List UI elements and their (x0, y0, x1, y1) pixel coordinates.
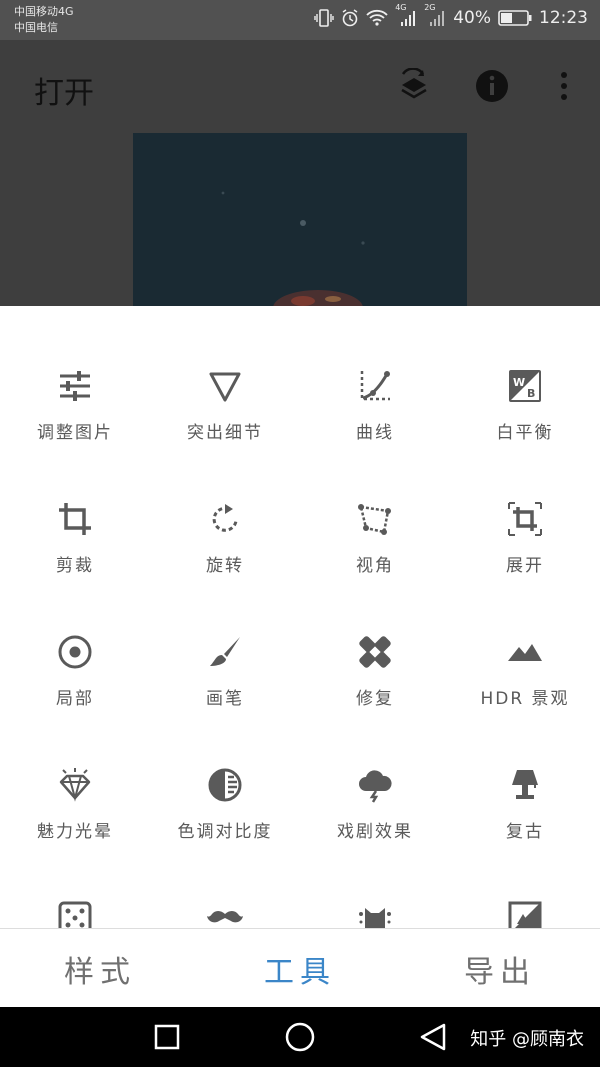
tool-label: 魅力光晕 (37, 822, 113, 842)
tool-label: 展开 (506, 556, 544, 576)
battery-icon (498, 10, 532, 26)
carrier-2: 中国电信 (14, 21, 58, 34)
tool-mustache[interactable] (150, 898, 300, 928)
tab-tools[interactable]: 工具 (200, 929, 400, 1008)
tool-tune-image[interactable]: 调整图片 (0, 366, 150, 499)
tool-label: 复古 (506, 822, 544, 842)
tool-label: 色调对比度 (177, 822, 273, 842)
tool-label: 修复 (356, 689, 394, 709)
brush-icon (210, 637, 240, 666)
status-icons: 4G 2G 40% 12:23 (314, 3, 588, 28)
expand-icon (508, 502, 542, 536)
crop-icon (59, 503, 91, 535)
photo-preview (133, 133, 467, 306)
more-vert-icon[interactable] (552, 68, 576, 104)
tool-label: HDR 景观 (480, 689, 570, 709)
tab-styles[interactable]: 样式 (0, 929, 200, 1008)
photo-image (133, 133, 467, 306)
grunge-icon (359, 908, 391, 928)
system-nav-bar: 知乎 @顾南衣 (0, 1007, 600, 1067)
rotate-icon (212, 504, 238, 532)
tonal-contrast-icon (208, 768, 242, 802)
vintage-lamp-icon (512, 770, 538, 799)
layers-revert-icon[interactable] (395, 68, 433, 106)
alarm-icon (342, 9, 358, 27)
recent-apps-icon[interactable] (153, 1021, 181, 1053)
tool-label: 剪裁 (56, 556, 94, 576)
tool-expand[interactable]: 展开 (450, 499, 600, 632)
clock: 12:23 (539, 8, 588, 28)
vibrate-icon (314, 9, 334, 27)
tool-vintage[interactable]: 复古 (450, 765, 600, 898)
mustache-icon (207, 911, 243, 923)
signal-2: 2G (424, 3, 446, 27)
signal-1-label: 4G (395, 3, 407, 12)
tool-label: 戏剧效果 (337, 822, 413, 842)
tune-icon (60, 371, 90, 401)
tool-crop[interactable]: 剪裁 (0, 499, 150, 632)
curves-icon (360, 371, 390, 401)
status-bar: 中国移动4G 中国电信 4G 2G 40% 12:23 (0, 0, 600, 40)
hdr-mountain-icon (508, 644, 542, 661)
battery-percent: 40% (453, 8, 491, 28)
carrier-1: 中国移动4G (14, 5, 74, 18)
tool-drama[interactable]: 戏剧效果 (300, 765, 450, 898)
info-icon[interactable] (474, 68, 510, 104)
home-icon[interactable] (284, 1021, 316, 1053)
tool-healing[interactable]: 修复 (300, 632, 450, 765)
tool-label: 曲线 (356, 423, 394, 443)
tool-rotate[interactable]: 旋转 (150, 499, 300, 632)
white-balance-icon: WB (509, 370, 541, 402)
tool-selective[interactable]: 局部 (0, 632, 150, 765)
tool-label: 局部 (56, 689, 94, 709)
tool-label: 视角 (356, 556, 394, 576)
details-triangle-icon (209, 372, 241, 402)
tool-label: 旋转 (206, 556, 244, 576)
black-white-icon (508, 901, 542, 928)
back-icon[interactable] (418, 1021, 448, 1053)
app-bar: 打开 (0, 40, 600, 306)
svg-text:B: B (527, 387, 535, 400)
tool-label: 突出细节 (187, 423, 263, 443)
tool-hdr[interactable]: HDR 景观 (450, 632, 600, 765)
wifi-icon (366, 9, 388, 26)
selective-icon (58, 635, 92, 669)
open-button[interactable]: 打开 (34, 68, 94, 112)
tool-glamour-glow[interactable]: 魅力光晕 (0, 765, 150, 898)
carrier-info: 中国移动4G 中国电信 (14, 4, 74, 36)
tool-label: 调整图片 (37, 423, 113, 443)
tools-grid: 调整图片 突出细节 曲线 WB 白平衡 剪裁 旋转 视角 展开 局部 画笔 修复… (0, 366, 600, 928)
healing-icon (359, 636, 391, 668)
tool-tonal-contrast[interactable]: 色调对比度 (150, 765, 300, 898)
drama-cloud-icon (359, 770, 392, 803)
glamour-glow-icon (59, 768, 91, 802)
svg-text:W: W (513, 376, 525, 389)
tool-label: 白平衡 (496, 423, 554, 443)
watermark: 知乎 @顾南衣 (470, 1029, 584, 1050)
tool-grunge[interactable] (300, 898, 450, 928)
tool-label: 画笔 (206, 689, 244, 709)
bottom-tab-bar: 样式 工具 导出 (0, 928, 600, 1008)
perspective-icon (358, 504, 391, 535)
signal-1: 4G (395, 3, 417, 27)
tools-sheet: 调整图片 突出细节 曲线 WB 白平衡 剪裁 旋转 视角 展开 局部 画笔 修复… (0, 306, 600, 928)
signal-2-label: 2G (424, 3, 436, 12)
grainy-film-icon (58, 901, 92, 928)
tool-black-white[interactable] (450, 898, 600, 928)
tool-details[interactable]: 突出细节 (150, 366, 300, 499)
tab-export[interactable]: 导出 (400, 929, 600, 1008)
tool-curves[interactable]: 曲线 (300, 366, 450, 499)
tool-grainy-film[interactable] (0, 898, 150, 928)
tool-white-balance[interactable]: WB 白平衡 (450, 366, 600, 499)
tool-brush[interactable]: 画笔 (150, 632, 300, 765)
tool-perspective[interactable]: 视角 (300, 499, 450, 632)
